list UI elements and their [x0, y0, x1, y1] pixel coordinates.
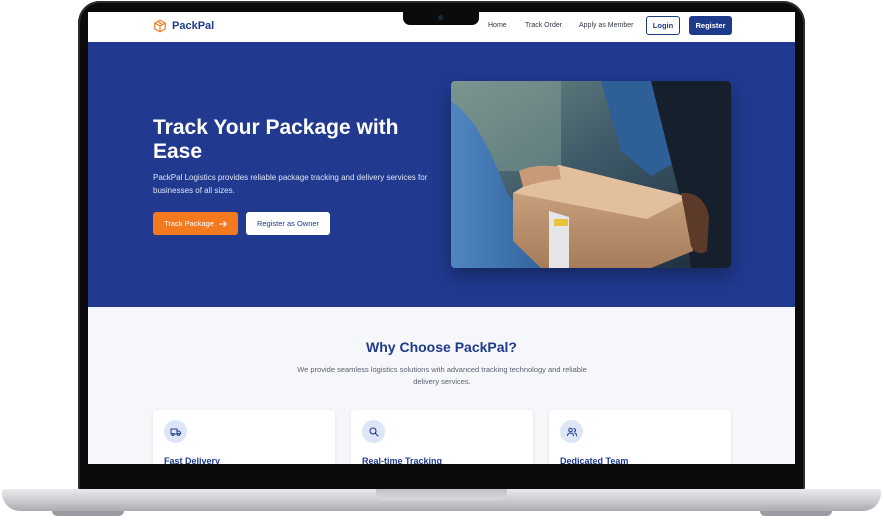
login-button[interactable]: Login [646, 16, 680, 35]
laptop-foot-left [52, 511, 124, 516]
feature-card-title: Dedicated Team [560, 456, 629, 464]
hero-subtitle: PackPal Logistics provides reliable pack… [153, 173, 428, 195]
register-owner-button[interactable]: Register as Owner [246, 212, 330, 235]
laptop-bezel [88, 464, 795, 490]
feature-card-title: Real-time Tracking [362, 456, 443, 464]
camera-icon [438, 15, 443, 20]
feature-card-fast-delivery: Fast Delivery [153, 410, 335, 464]
nav-link-track-order[interactable]: Track Order [525, 22, 562, 29]
register-button[interactable]: Register [689, 16, 732, 35]
hero-title: Track Your Package with Ease [153, 116, 399, 163]
hero-delivery-image [451, 81, 731, 268]
laptop-foot-right [760, 511, 832, 516]
users-icon [560, 420, 583, 443]
why-section-title: Why Choose PackPal? [366, 339, 517, 355]
feature-card-title: Fast Delivery [164, 456, 221, 464]
brand-name: PackPal [172, 20, 215, 32]
feature-card-realtime-tracking: Real-time Tracking [351, 410, 533, 464]
brand-logo[interactable]: PackPal [153, 19, 214, 33]
hero-section: Track Your Package with Ease PackPal Log… [88, 42, 795, 307]
camera-notch [403, 11, 479, 25]
nav-link-apply-member[interactable]: Apply as Member [579, 22, 633, 29]
laptop-screen: PackPal Home Track Order Apply as Member… [88, 12, 795, 464]
track-package-button[interactable]: Track Package [153, 212, 238, 235]
package-icon [154, 19, 166, 33]
track-package-label: Track Package [164, 219, 214, 228]
why-section-subtitle: We provide seamless logistics solutions … [297, 365, 587, 386]
truck-icon [164, 420, 187, 443]
feature-card-dedicated-team: Dedicated Team [549, 410, 731, 464]
arrow-right-icon [219, 220, 227, 227]
nav-link-home[interactable]: Home [488, 22, 507, 29]
search-icon [362, 420, 385, 443]
laptop-trackpad-notch [376, 489, 507, 500]
